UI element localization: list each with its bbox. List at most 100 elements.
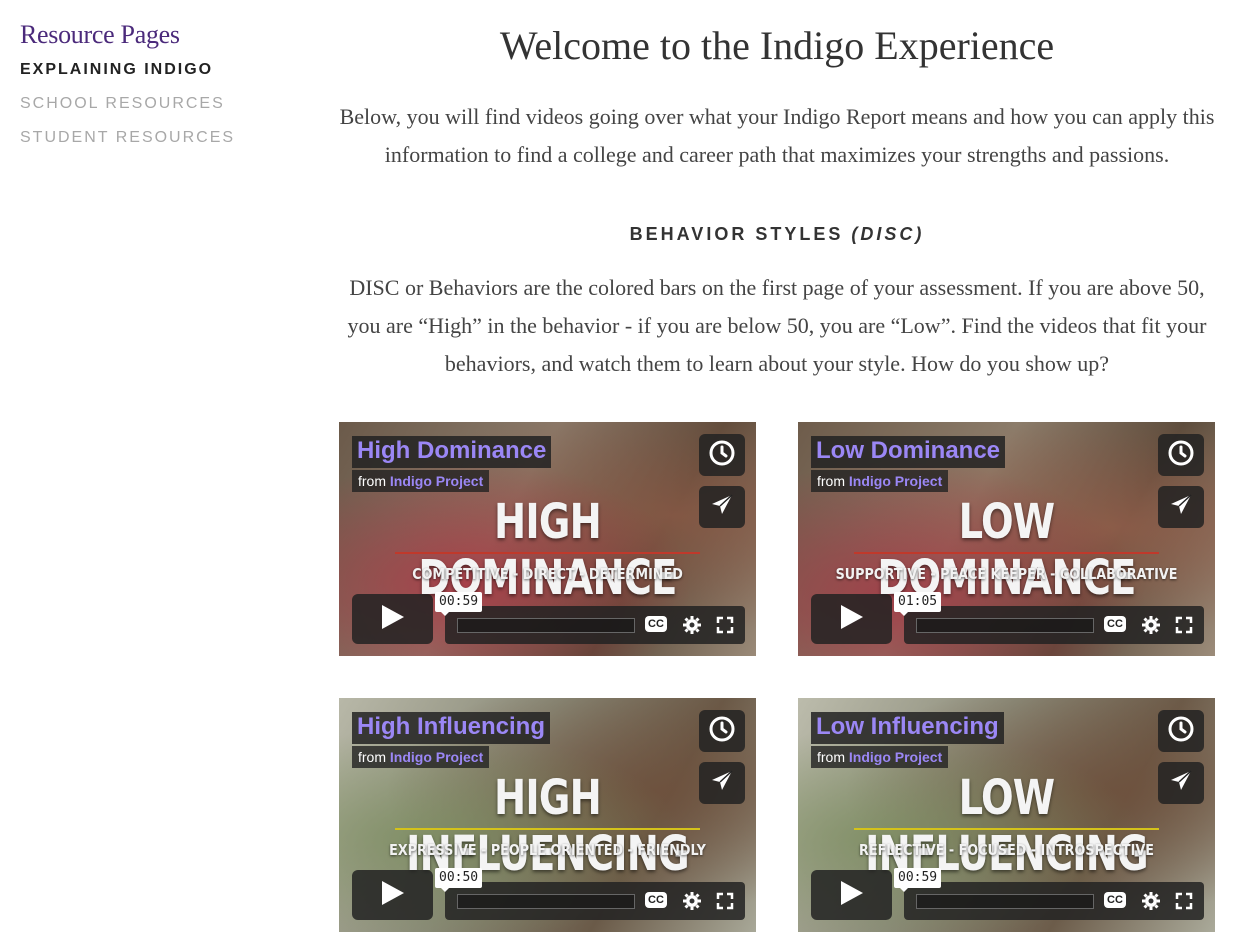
video-title[interactable]: Low Dominance bbox=[811, 436, 1006, 468]
play-button[interactable] bbox=[811, 594, 892, 644]
sidebar: Resource Pages EXPLAINING INDIGO SCHOOL … bbox=[20, 20, 300, 162]
watch-later-button[interactable] bbox=[1158, 710, 1204, 752]
clock-icon bbox=[1167, 439, 1195, 472]
play-icon bbox=[380, 879, 406, 912]
clock-icon bbox=[708, 715, 736, 748]
video-thumbnail-traits: EXPRESSIVE - PEOPLE ORIENTED - FRIENDLY bbox=[389, 841, 706, 859]
byline-project-link[interactable]: Indigo Project bbox=[390, 749, 483, 765]
captions-button[interactable]: CC bbox=[1104, 616, 1126, 632]
fullscreen-button[interactable] bbox=[716, 892, 734, 915]
fullscreen-button[interactable] bbox=[1175, 616, 1193, 639]
video-controls-bar: CC bbox=[904, 882, 1204, 920]
video-byline: from Indigo Project bbox=[811, 470, 949, 492]
clock-icon bbox=[1167, 715, 1195, 748]
progress-bar[interactable] bbox=[916, 618, 1094, 633]
byline-from: from bbox=[358, 749, 386, 765]
clock-icon bbox=[708, 439, 736, 472]
fullscreen-button[interactable] bbox=[716, 616, 734, 639]
fullscreen-icon bbox=[716, 616, 734, 638]
nav-explaining-indigo[interactable]: EXPLAINING INDIGO bbox=[20, 60, 300, 80]
video-byline: from Indigo Project bbox=[352, 746, 490, 768]
settings-button[interactable] bbox=[682, 615, 702, 640]
video-thumbnail-title: HIGH INFLUENCING bbox=[406, 770, 689, 882]
video-thumbnail-traits: COMPETITIVE - DIRECT - DETERMINED bbox=[412, 565, 683, 583]
watch-later-button[interactable] bbox=[699, 710, 745, 752]
page-title: Welcome to the Indigo Experience bbox=[499, 23, 1055, 68]
captions-button[interactable]: CC bbox=[645, 616, 667, 632]
gear-icon bbox=[682, 616, 702, 639]
byline-from: from bbox=[358, 473, 386, 489]
video-player[interactable]: HIGH INFLUENCING EXPRESSIVE - PEOPLE ORI… bbox=[339, 698, 756, 932]
fullscreen-icon bbox=[716, 892, 734, 914]
video-duration: 00:50 bbox=[435, 868, 483, 892]
send-icon bbox=[709, 492, 735, 523]
video-thumbnail-line bbox=[395, 552, 700, 554]
video-duration: 01:05 bbox=[894, 592, 942, 616]
watch-later-button[interactable] bbox=[699, 434, 745, 476]
video-player[interactable]: LOW INFLUENCING REFLECTIVE - FOCUSED - I… bbox=[798, 698, 1215, 932]
progress-bar[interactable] bbox=[916, 894, 1094, 909]
section-heading: BEHAVIOR STYLES (DISC) bbox=[338, 224, 1216, 245]
nav-student-resources[interactable]: STUDENT RESOURCES bbox=[20, 128, 300, 148]
send-icon bbox=[1168, 768, 1194, 799]
byline-project-link[interactable]: Indigo Project bbox=[849, 749, 942, 765]
send-icon bbox=[1168, 492, 1194, 523]
play-icon bbox=[839, 603, 865, 636]
video-thumbnail-traits: REFLECTIVE - FOCUSED - INTROSPECTIVE bbox=[859, 841, 1154, 859]
video-thumbnail-title: LOW INFLUENCING bbox=[865, 770, 1148, 882]
byline-from: from bbox=[817, 749, 845, 765]
video-duration: 00:59 bbox=[435, 592, 483, 616]
nav-school-resources[interactable]: SCHOOL RESOURCES bbox=[20, 94, 300, 114]
video-duration: 00:59 bbox=[894, 868, 942, 892]
video-controls-bar: CC bbox=[445, 606, 745, 644]
video-title[interactable]: High Influencing bbox=[352, 712, 550, 744]
section-heading-label: BEHAVIOR STYLES bbox=[629, 224, 844, 244]
video-player[interactable]: HIGH DOMINANCE COMPETITIVE - DIRECT - DE… bbox=[339, 422, 756, 656]
share-button[interactable] bbox=[699, 762, 745, 804]
video-title[interactable]: High Dominance bbox=[352, 436, 552, 468]
play-icon bbox=[380, 603, 406, 636]
video-thumbnail-title: HIGH DOMINANCE bbox=[418, 494, 677, 606]
fullscreen-button[interactable] bbox=[1175, 892, 1193, 915]
video-byline: from Indigo Project bbox=[811, 746, 949, 768]
video-thumbnail-title: LOW DOMINANCE bbox=[877, 494, 1136, 606]
video-title[interactable]: Low Influencing bbox=[811, 712, 1004, 744]
gear-icon bbox=[1141, 616, 1161, 639]
play-button[interactable] bbox=[811, 870, 892, 920]
gear-icon bbox=[682, 892, 702, 915]
fullscreen-icon bbox=[1175, 616, 1193, 638]
watch-later-button[interactable] bbox=[1158, 434, 1204, 476]
play-icon bbox=[839, 879, 865, 912]
progress-bar[interactable] bbox=[457, 618, 635, 633]
video-header: High Dominance from Indigo Project bbox=[352, 436, 552, 492]
byline-project-link[interactable]: Indigo Project bbox=[849, 473, 942, 489]
video-header: High Influencing from Indigo Project bbox=[352, 712, 550, 768]
share-button[interactable] bbox=[1158, 486, 1204, 528]
video-byline: from Indigo Project bbox=[352, 470, 490, 492]
share-button[interactable] bbox=[1158, 762, 1204, 804]
video-header: Low Dominance from Indigo Project bbox=[811, 436, 1006, 492]
share-button[interactable] bbox=[699, 486, 745, 528]
settings-button[interactable] bbox=[682, 891, 702, 916]
captions-button[interactable]: CC bbox=[1104, 892, 1126, 908]
section-heading-em: (DISC) bbox=[851, 224, 925, 244]
video-thumbnail-line bbox=[854, 828, 1159, 830]
play-button[interactable] bbox=[352, 870, 433, 920]
captions-button[interactable]: CC bbox=[645, 892, 667, 908]
video-header: Low Influencing from Indigo Project bbox=[811, 712, 1004, 768]
progress-bar[interactable] bbox=[457, 894, 635, 909]
settings-button[interactable] bbox=[1141, 615, 1161, 640]
main-content: Welcome to the Indigo Experience Below, … bbox=[338, 20, 1216, 383]
video-controls-bar: CC bbox=[445, 882, 745, 920]
byline-from: from bbox=[817, 473, 845, 489]
byline-project-link[interactable]: Indigo Project bbox=[390, 473, 483, 489]
video-thumbnail-line bbox=[395, 828, 700, 830]
send-icon bbox=[709, 768, 735, 799]
play-button[interactable] bbox=[352, 594, 433, 644]
video-player[interactable]: LOW DOMINANCE SUPPORTIVE - PEACE KEEPER … bbox=[798, 422, 1215, 656]
settings-button[interactable] bbox=[1141, 891, 1161, 916]
disc-description: DISC or Behaviors are the colored bars o… bbox=[347, 275, 1207, 376]
gear-icon bbox=[1141, 892, 1161, 915]
intro-text: Below, you will find videos going over w… bbox=[339, 104, 1215, 167]
sidebar-title: Resource Pages bbox=[20, 20, 180, 49]
